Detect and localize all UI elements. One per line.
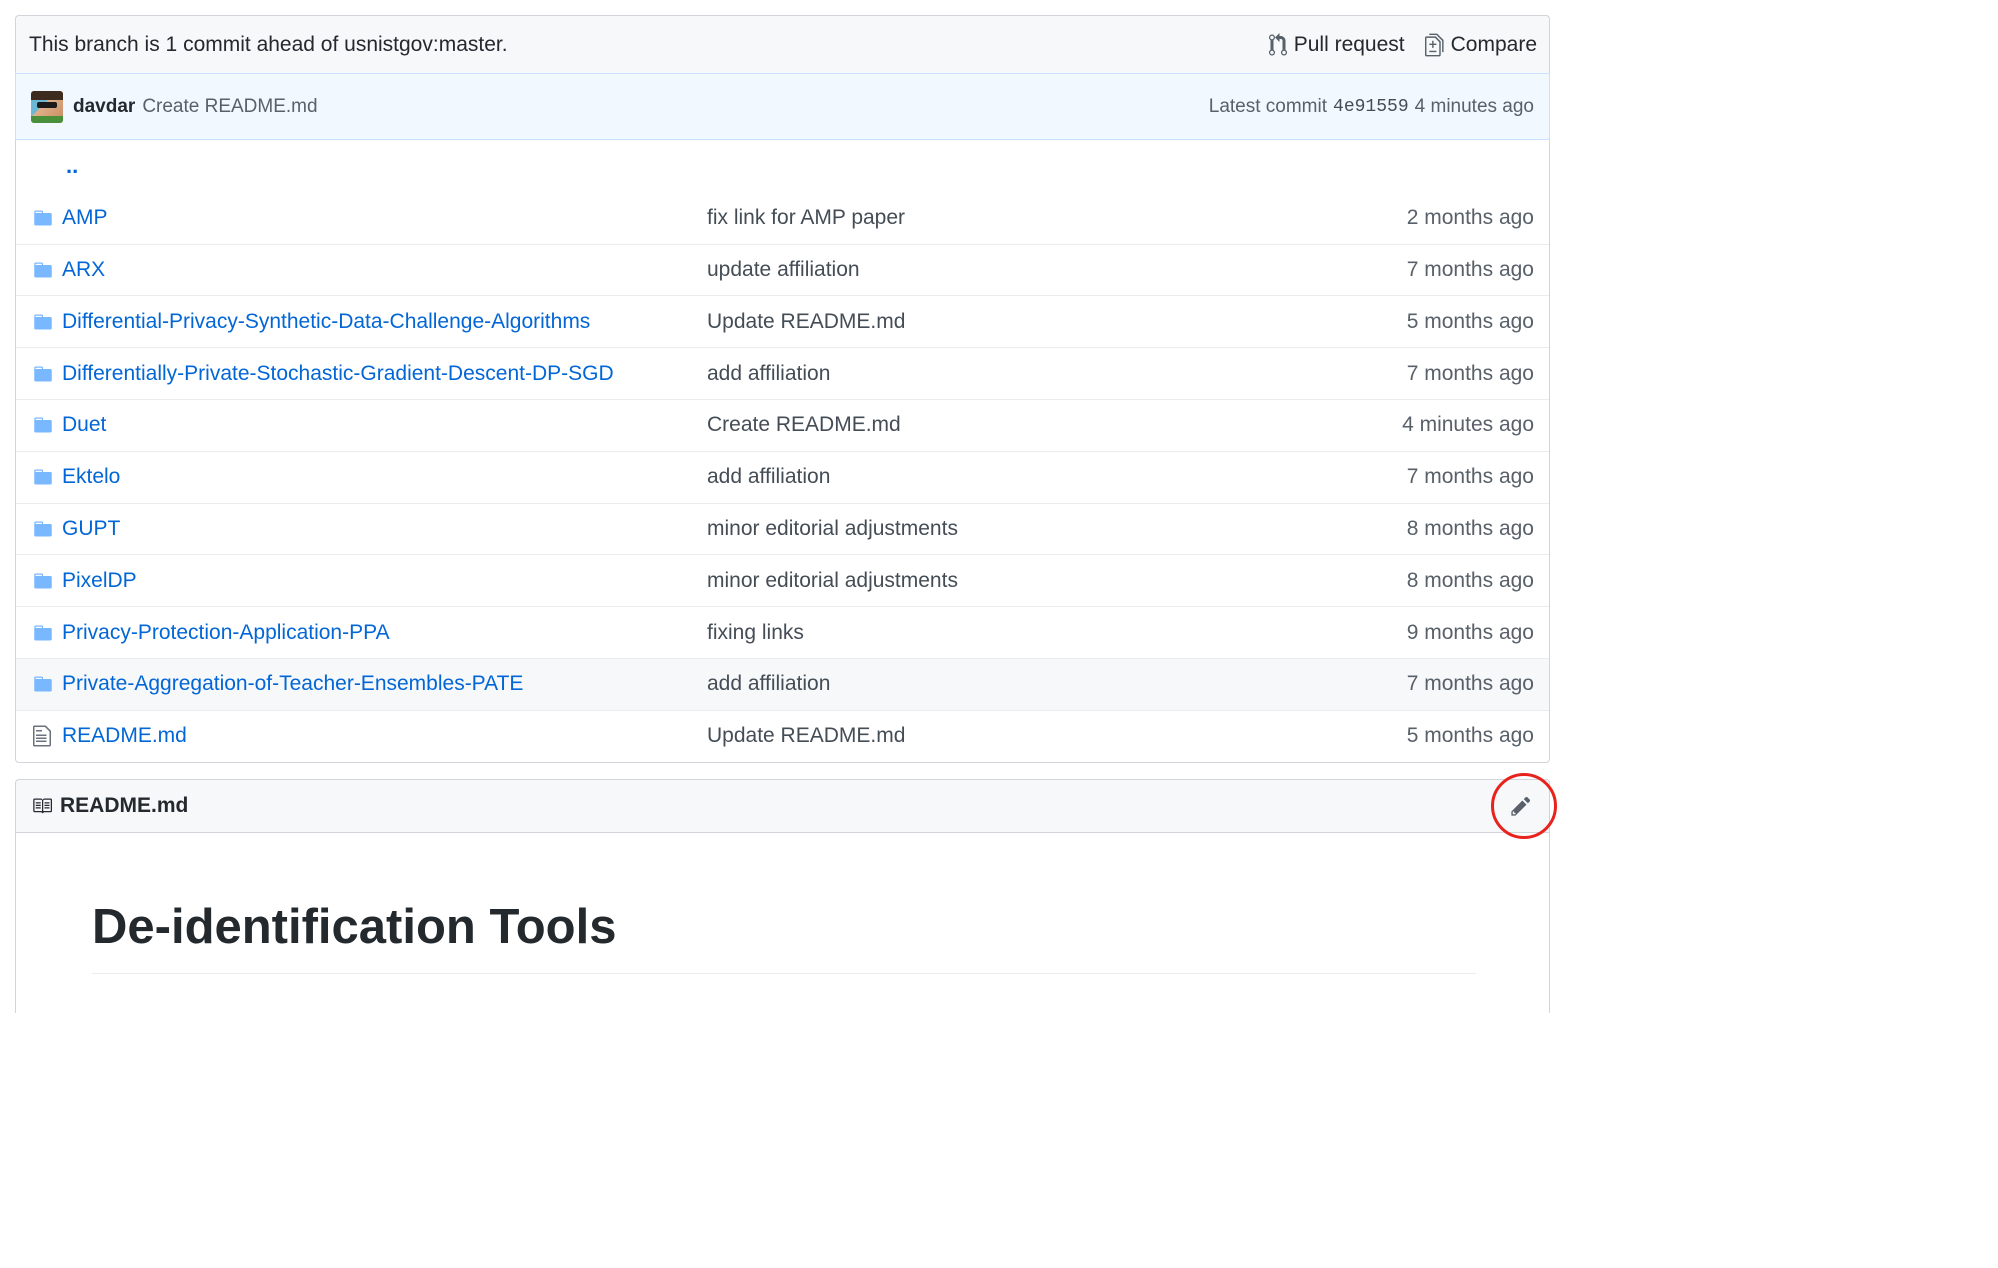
file-commit-age: 7 months ago: [1406, 257, 1534, 281]
folder-icon: [31, 623, 55, 643]
readme-filename: README.md: [60, 794, 189, 817]
file-commit-age: 5 months ago: [1406, 309, 1534, 333]
file-commit-age: 7 months ago: [1406, 361, 1534, 385]
pull-request-label: Pull request: [1293, 32, 1405, 56]
file-commit-message-link[interactable]: fixing links: [707, 621, 1407, 645]
file-name-link[interactable]: Privacy-Protection-Application-PPA: [62, 621, 707, 645]
file-list: .. AMP fix link for AMP paper 2 months ago…: [15, 140, 1550, 763]
file-name-link[interactable]: Duet: [62, 413, 707, 437]
readme-content: De-identification Tools: [15, 833, 1550, 1013]
compare-button[interactable]: Compare: [1424, 32, 1537, 57]
file-commit-age: 7 months ago: [1406, 672, 1534, 696]
file-name-link[interactable]: Differential-Privacy-Synthetic-Data-Chal…: [62, 310, 707, 334]
file-row[interactable]: Ektelo add affiliation 7 months ago: [16, 450, 1549, 503]
folder-icon: [31, 674, 55, 694]
file-name-link[interactable]: GUPT: [62, 517, 707, 541]
readme-heading: De-identification Tools: [92, 900, 617, 954]
file-name-link[interactable]: PixelDP: [62, 569, 707, 593]
folder-icon: [31, 467, 55, 487]
heading-divider: [92, 973, 1476, 974]
folder-icon: [31, 260, 55, 280]
file-commit-age: 8 months ago: [1406, 568, 1534, 592]
author-avatar[interactable]: [31, 90, 63, 123]
latest-commit-bar: davdar Create README.md Latest commit 4e…: [15, 73, 1550, 140]
file-row[interactable]: Private-Aggregation-of-Teacher-Ensembles…: [16, 657, 1549, 710]
file-row[interactable]: ARX update affiliation 7 months ago: [16, 243, 1549, 296]
file-row[interactable]: Duet Create README.md 4 minutes ago: [16, 398, 1549, 451]
file-row[interactable]: GUPT minor editorial adjustments 8 months …: [16, 502, 1549, 555]
pull-request-icon: [1268, 32, 1287, 56]
file-name-link[interactable]: README.md: [62, 724, 707, 748]
folder-icon: [31, 312, 55, 332]
folder-icon: [31, 364, 55, 384]
file-commit-message-link[interactable]: Update README.md: [707, 310, 1407, 334]
latest-commit-label: Latest commit: [1208, 95, 1328, 117]
readme-header: README.md: [15, 773, 1557, 839]
file-icon: [31, 724, 55, 748]
folder-icon: [31, 415, 55, 435]
file-commit-message-link[interactable]: Create README.md: [707, 413, 1402, 437]
commit-age: 4 minutes ago: [1414, 95, 1534, 117]
pull-request-button[interactable]: Pull request: [1268, 32, 1405, 57]
book-icon: [33, 798, 52, 814]
file-commit-message-link[interactable]: add affiliation: [707, 465, 1407, 489]
compare-file-icon: [1424, 33, 1444, 56]
file-commit-age: 5 months ago: [1406, 724, 1534, 748]
file-commit-message-link[interactable]: add affiliation: [707, 362, 1407, 386]
file-commit-age: 9 months ago: [1406, 620, 1534, 644]
file-name-link[interactable]: Private-Aggregation-of-Teacher-Ensembles…: [62, 672, 707, 696]
branch-status-message: This branch is 1 commit ahead of usnistg…: [29, 32, 508, 56]
parent-directory-row[interactable]: ..: [16, 140, 1549, 192]
file-commit-message-link[interactable]: minor editorial adjustments: [707, 569, 1407, 593]
commit-sha-link[interactable]: 4e91559: [1333, 97, 1409, 117]
file-row[interactable]: Privacy-Protection-Application-PPA fixing…: [16, 606, 1549, 658]
file-commit-age: 8 months ago: [1406, 516, 1534, 540]
branch-status-bar: This branch is 1 commit ahead of usnistg…: [15, 15, 1550, 73]
folder-icon: [31, 519, 55, 539]
file-commit-message-link[interactable]: minor editorial adjustments: [707, 517, 1407, 541]
commit-author-link[interactable]: davdar: [73, 96, 135, 118]
commit-message-link[interactable]: Create README.md: [142, 96, 1208, 118]
file-commit-message-link[interactable]: add affiliation: [707, 672, 1407, 696]
edit-readme-button[interactable]: [1491, 773, 1557, 839]
file-row[interactable]: Differential-Privacy-Synthetic-Data-Chal…: [16, 295, 1549, 347]
file-name-link[interactable]: Differentially-Private-Stochastic-Gradie…: [62, 362, 707, 386]
parent-directory-link[interactable]: ..: [66, 153, 78, 179]
file-name-link[interactable]: AMP: [62, 206, 707, 230]
file-row[interactable]: README.md Update README.md 5 months ago: [16, 709, 1549, 762]
file-row[interactable]: Differentially-Private-Stochastic-Gradie…: [16, 347, 1549, 399]
file-name-link[interactable]: ARX: [62, 258, 707, 282]
file-row[interactable]: AMP fix link for AMP paper 2 months ago: [16, 192, 1549, 244]
file-commit-age: 7 months ago: [1406, 465, 1534, 489]
file-name-link[interactable]: Ektelo: [62, 465, 707, 489]
folder-icon: [31, 571, 55, 591]
file-commit-age: 4 minutes ago: [1402, 413, 1534, 437]
file-row[interactable]: PixelDP minor editorial adjustments 8 mont…: [16, 554, 1549, 606]
file-commit-message-link[interactable]: fix link for AMP paper: [707, 206, 1407, 230]
file-commit-message-link[interactable]: Update README.md: [707, 724, 1407, 748]
folder-icon: [31, 208, 55, 228]
file-commit-age: 2 months ago: [1406, 205, 1534, 229]
highlight-circle-annotation: [1491, 773, 1557, 839]
file-commit-message-link[interactable]: update affiliation: [707, 258, 1407, 282]
compare-label: Compare: [1450, 32, 1537, 56]
